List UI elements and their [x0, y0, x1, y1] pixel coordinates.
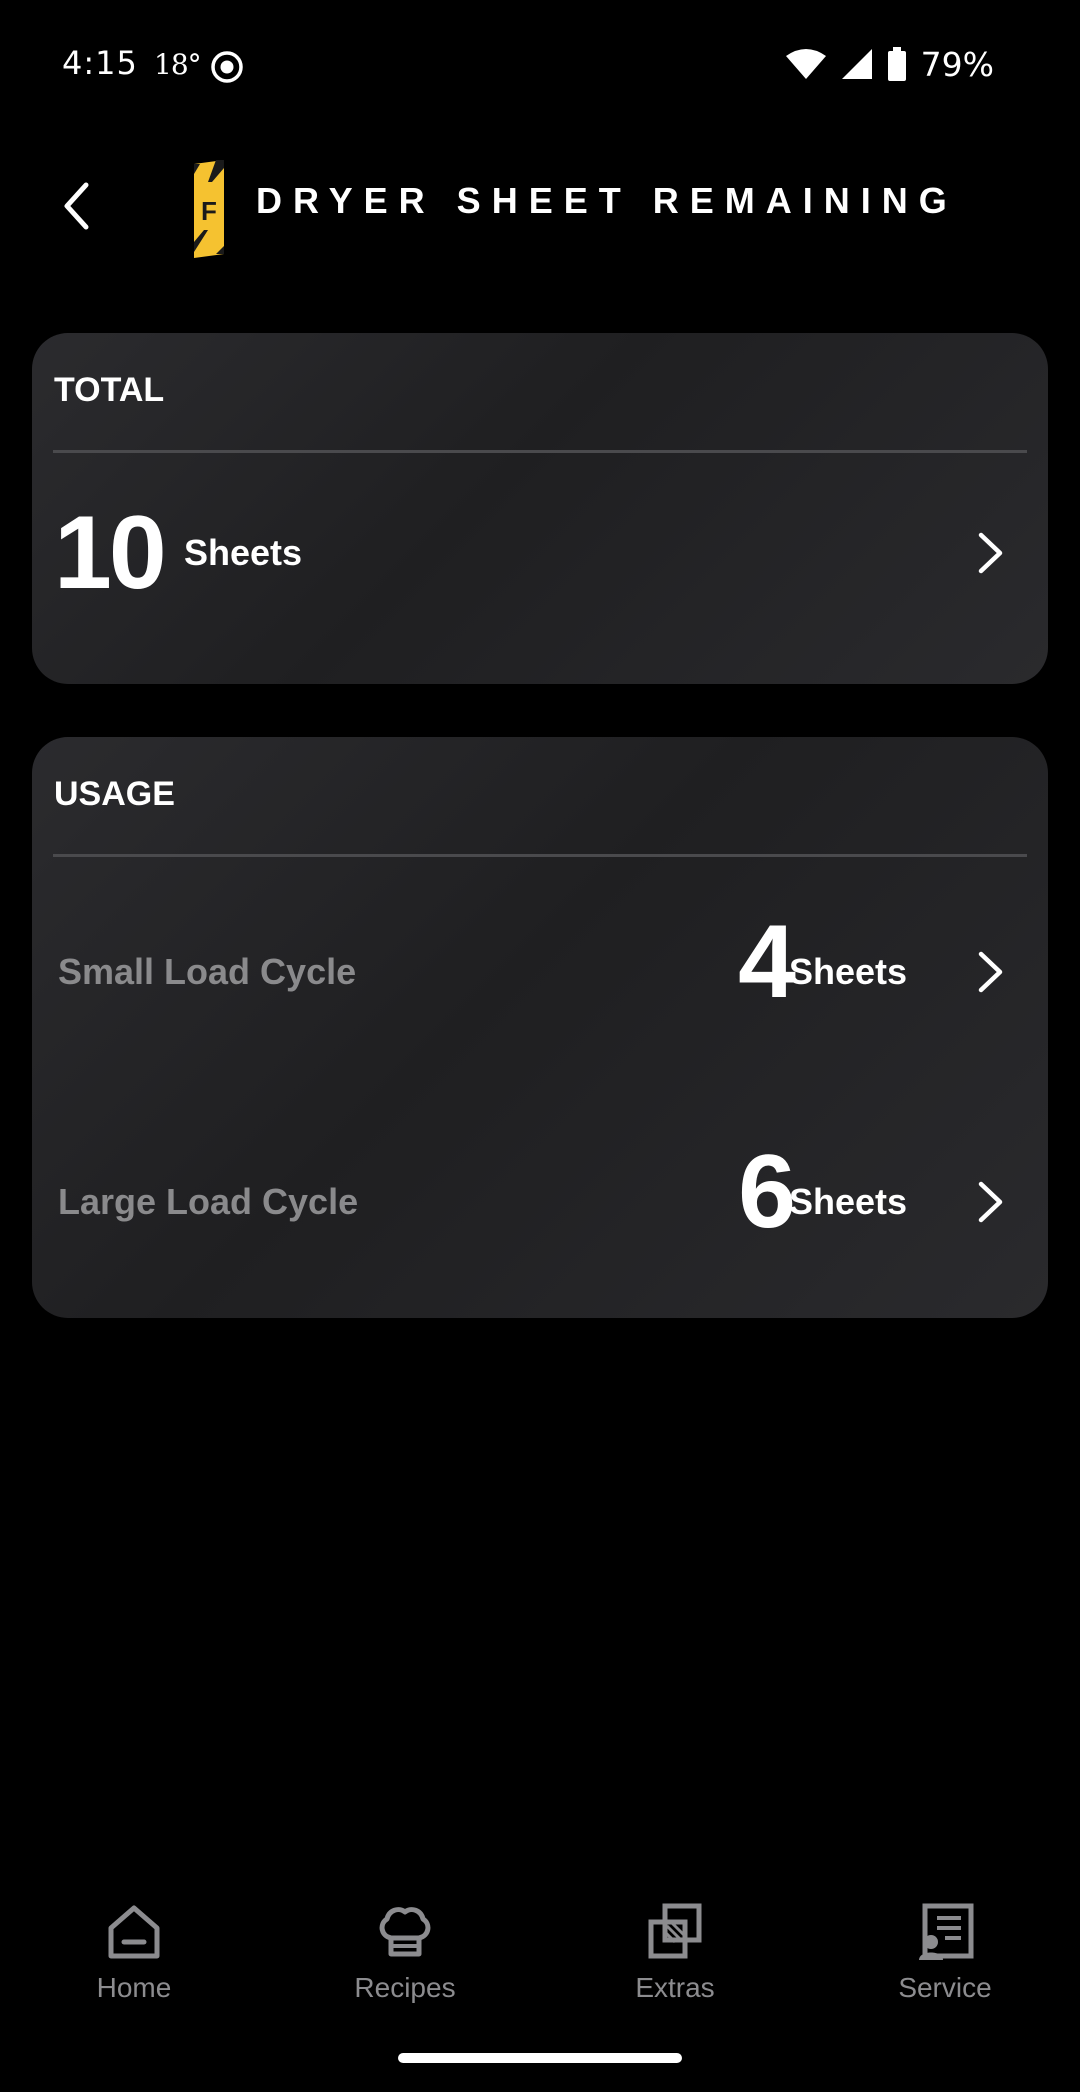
nav-extras[interactable]: Extras: [575, 1890, 775, 2020]
brand-logo: F: [194, 160, 224, 258]
record-icon: [211, 51, 243, 83]
page-title: DRYER SHEET REMAINING: [256, 180, 958, 221]
logo-letter: F: [201, 196, 217, 226]
back-button[interactable]: [48, 176, 104, 236]
total-sheets-unit: Sheets: [184, 532, 303, 573]
total-card: TOTAL 10 Sheets: [32, 333, 1048, 684]
battery-percentage: 79%: [920, 44, 994, 84]
battery-icon: [887, 47, 906, 81]
chef-hat-icon: [379, 1907, 431, 1957]
extras-icon: [648, 1903, 702, 1959]
nav-recipes[interactable]: Recipes: [305, 1890, 505, 2020]
wifi-icon: [785, 49, 826, 79]
total-sheets-row[interactable]: 10 Sheets: [32, 483, 1048, 623]
chevron-right-icon: [978, 1181, 1003, 1223]
large-load-cycle-label: Large Load Cycle: [58, 1181, 359, 1222]
status-temperature: 18°: [154, 48, 202, 81]
chevron-right-icon: [978, 532, 1003, 574]
home-icon: [108, 1905, 160, 1959]
service-icon: [919, 1903, 974, 1960]
usage-card: USAGE Small Load Cycle 4 Sheets Large Lo…: [32, 737, 1048, 1318]
app-header: F DRYER SHEET REMAINING: [0, 150, 1080, 270]
chevron-right-icon: [978, 951, 1003, 993]
nav-service-label: Service: [898, 1972, 992, 2003]
small-load-cycle-unit: Sheets: [789, 951, 908, 992]
status-right-group: 79%: [785, 44, 994, 84]
large-load-cycle-row[interactable]: Large Load Cycle 6 Sheets: [32, 1127, 1048, 1277]
total-sheets-value: 10: [54, 495, 167, 611]
divider: [53, 450, 1027, 453]
status-time: 4:15: [62, 44, 138, 82]
nav-recipes-label: Recipes: [354, 1972, 456, 2003]
small-load-cycle-label: Small Load Cycle: [58, 951, 357, 992]
chevron-left-icon: [64, 182, 89, 230]
small-load-cycle-value: 4: [738, 904, 796, 1020]
large-load-cycle-value: 6: [738, 1134, 796, 1250]
bottom-navigation: Home Recipes Extras Service: [0, 1890, 1080, 2020]
large-load-cycle-unit: Sheets: [789, 1181, 908, 1222]
usage-heading: USAGE: [54, 775, 175, 813]
nav-home-label: Home: [96, 1972, 172, 2003]
nav-service[interactable]: Service: [845, 1890, 1045, 2020]
cellular-signal-icon: [841, 49, 872, 79]
divider: [53, 854, 1027, 857]
nav-home[interactable]: Home: [34, 1890, 234, 2020]
total-heading: TOTAL: [54, 371, 165, 409]
nav-extras-label: Extras: [635, 1972, 715, 2003]
status-bar: 4:15 18° 79%: [0, 0, 1080, 132]
small-load-cycle-row[interactable]: Small Load Cycle 4 Sheets: [32, 897, 1048, 1047]
home-indicator[interactable]: [398, 2053, 682, 2063]
